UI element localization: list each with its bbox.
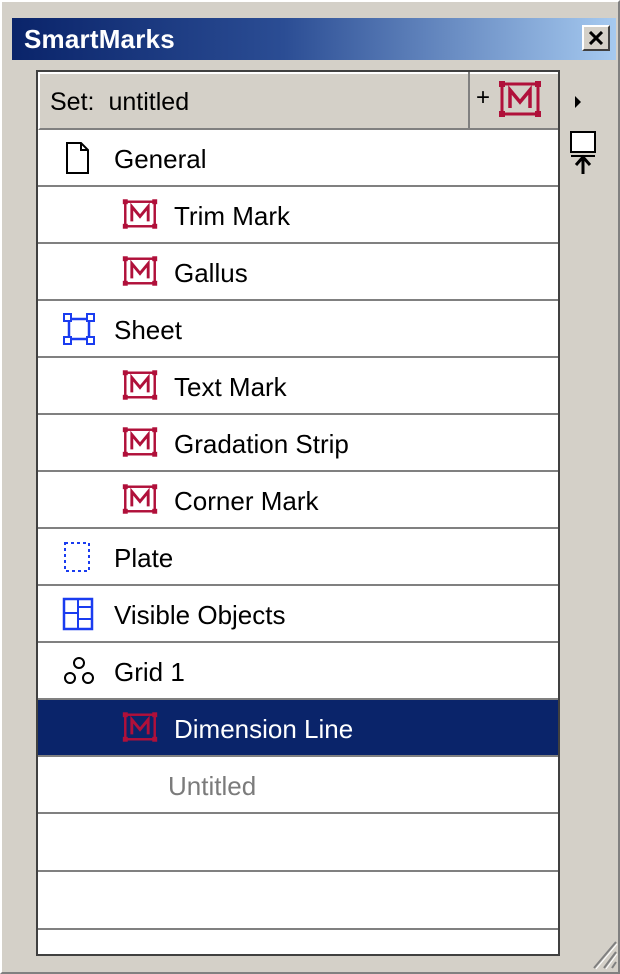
smartmark-icon (122, 483, 158, 520)
list-item-label: Text Mark (174, 372, 287, 402)
list-item-label: Plate (114, 543, 174, 573)
smartmark-icon (122, 198, 158, 235)
list-item-label: Sheet (114, 315, 182, 345)
set-prefix-label: Set: (50, 88, 95, 116)
list-item-label: Visible Objects (114, 600, 286, 630)
list-item-label: Corner Mark (174, 486, 319, 516)
list-item-label: Grid 1 (114, 657, 185, 687)
grid-icon (62, 654, 96, 693)
list-item-label: Gradation Strip (174, 429, 349, 459)
list-item[interactable]: Gradation Strip (38, 415, 558, 472)
list-item[interactable]: General (38, 130, 558, 187)
list-item[interactable]: Trim Mark (38, 187, 558, 244)
resize-grip-icon[interactable] (588, 936, 618, 970)
list-item[interactable]: Grid 1 (38, 643, 558, 700)
set-selector[interactable]: Set: untitled + (38, 72, 558, 130)
list-item[interactable]: Corner Mark (38, 472, 558, 529)
list-item-label: Gallus (174, 258, 248, 288)
list-item[interactable]: Plate (38, 529, 558, 586)
list-item[interactable]: Sheet (38, 301, 558, 358)
list-item[interactable]: Text Mark (38, 358, 558, 415)
list-item-label: Untitled (168, 771, 257, 801)
smartmark-icon (122, 369, 158, 406)
sheet-icon (62, 312, 96, 351)
dock-panel-icon[interactable] (568, 130, 598, 176)
close-icon (589, 31, 603, 45)
list-item[interactable]: Untitled (38, 757, 558, 814)
list-item[interactable]: Gallus (38, 244, 558, 301)
empty-row (38, 814, 558, 872)
smartmark-icon (122, 255, 158, 292)
smartmark-icon (122, 426, 158, 463)
selected-list-item[interactable]: Dimension Line (38, 700, 558, 757)
plate-icon (62, 540, 92, 579)
title-bar[interactable]: SmartMarks (12, 18, 616, 60)
panel-menu-arrow-icon[interactable] (573, 94, 583, 110)
smartmark-icon (122, 711, 158, 748)
empty-row (38, 872, 558, 930)
add-smartmark-button[interactable]: + (468, 72, 560, 130)
window-title: SmartMarks (24, 24, 175, 54)
list-item-label: Dimension Line (174, 714, 354, 744)
smartmark-icon (499, 81, 541, 117)
add-plus-label: + (476, 84, 491, 111)
smartmarks-list[interactable]: Set: untitled + General Trim Mark Gallus She… (36, 70, 560, 956)
set-name: untitled (108, 88, 190, 116)
visible-objects-icon (62, 597, 94, 636)
list-item-label: Trim Mark (174, 201, 291, 231)
list-item[interactable]: Visible Objects (38, 586, 558, 643)
list-item-label: General (114, 144, 207, 174)
close-button[interactable] (582, 25, 610, 51)
smartmarks-tree: General Trim Mark Gallus Sheet Text Mark Grad… (38, 130, 558, 930)
smartmarks-palette: SmartMarks Set: untitled + General Trim M (0, 0, 620, 974)
page-icon (62, 141, 92, 180)
